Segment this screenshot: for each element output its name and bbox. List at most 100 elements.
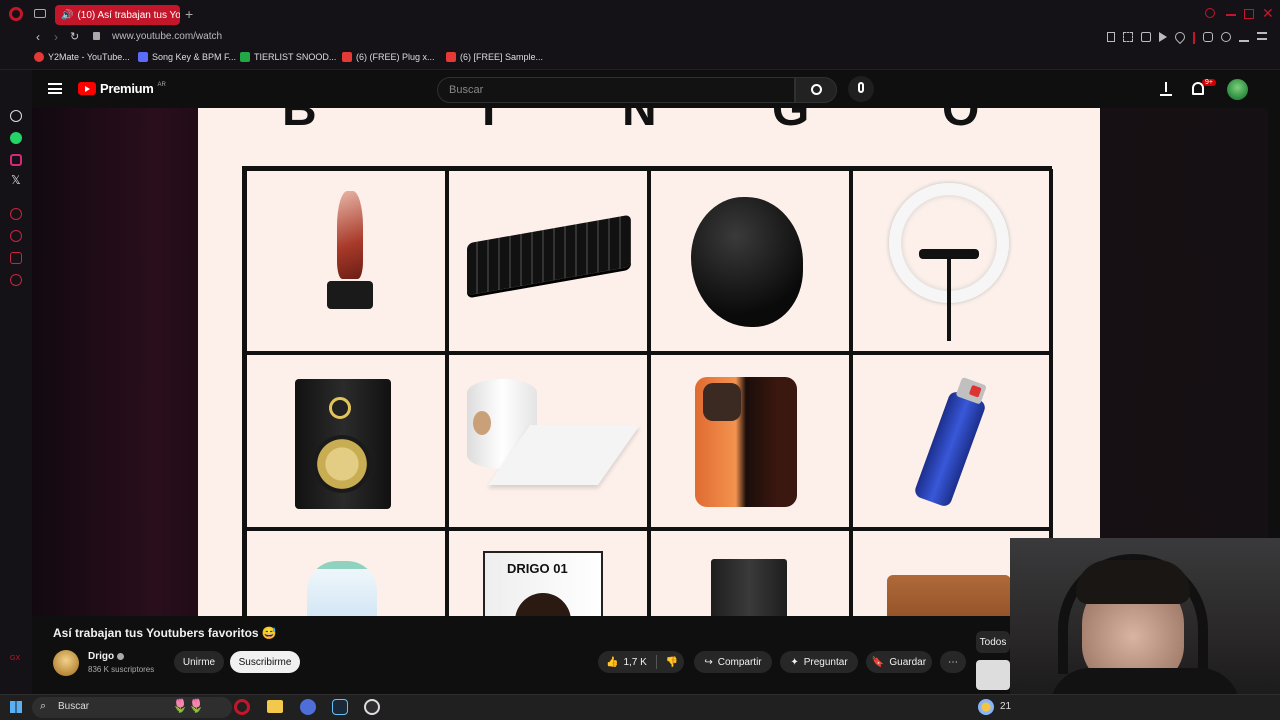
forward-icon[interactable]: ›	[54, 30, 58, 44]
lock-icon	[93, 32, 100, 40]
filter-chip-all[interactable]: Todos	[976, 631, 1010, 653]
bookmarks-bar: Y2Mate - YouTube... Song Key & BPM F... …	[0, 48, 1280, 70]
bookmark-y2mate[interactable]: Y2Mate - YouTube...	[34, 52, 130, 62]
new-tab-button[interactable]: +	[185, 6, 193, 22]
address-toolbar-icons[interactable]	[1107, 29, 1267, 45]
taskbar-app-icon[interactable]	[300, 699, 316, 715]
search-icon	[811, 84, 822, 95]
bookmark-icon: 🔖	[871, 656, 885, 668]
lighter-icon	[912, 376, 988, 509]
upload-icon[interactable]	[1160, 82, 1172, 96]
taskbar-steam-icon[interactable]	[332, 699, 348, 715]
webcam-overlay	[1010, 538, 1280, 696]
bingo-cell-speaker	[245, 353, 447, 529]
search-input[interactable]: Buscar	[437, 77, 795, 103]
avatar[interactable]	[1227, 79, 1248, 100]
join-button[interactable]: Unirme	[174, 651, 224, 673]
speaker-monitor-icon	[295, 379, 391, 509]
download-icon[interactable]	[10, 252, 22, 264]
bingo-cell-trophy	[245, 169, 447, 353]
bingo-cell-toilet-paper	[447, 353, 649, 529]
speaker-icon[interactable]: 🔊	[61, 10, 73, 21]
bookmark-songkey[interactable]: Song Key & BPM F...	[138, 52, 236, 62]
weather-icon[interactable]	[978, 699, 994, 715]
gx-icon[interactable]: GX	[10, 655, 20, 662]
trophy-icon	[325, 191, 375, 311]
reload-icon[interactable]: ↻	[70, 30, 79, 43]
funko-label: DRIGO 01	[507, 561, 568, 576]
bookmark-plug[interactable]: (6) (FREE) Plug x...	[342, 52, 435, 62]
taskbar-clock[interactable]: 21	[1000, 701, 1011, 712]
share-icon: ↪	[704, 656, 713, 668]
keyboard-icon	[467, 214, 631, 296]
taskbar-search[interactable]: ⌕ Buscar 🌷🌷	[32, 697, 232, 718]
close-window-button[interactable]: ✕	[1262, 5, 1274, 22]
search-icon: ⌕	[40, 700, 47, 712]
settings-icon[interactable]	[10, 274, 22, 286]
maximize-button[interactable]	[1244, 9, 1254, 19]
premium-label: Premium	[100, 81, 154, 96]
share-button[interactable]: ↪ Compartir	[694, 651, 772, 673]
bingo-cell-hard-drive	[649, 529, 851, 616]
recommended-thumbnail[interactable]	[976, 660, 1010, 690]
bookmark-sample[interactable]: (6) [FREE] Sample...	[446, 52, 543, 62]
dislike-icon[interactable]: 👎	[666, 657, 678, 668]
search-tabs-icon[interactable]	[1205, 8, 1215, 18]
bookmark-favicon-icon	[138, 52, 148, 62]
more-actions-button[interactable]: ⋯	[940, 651, 966, 673]
youtube-logo[interactable]: Premium AR	[78, 81, 166, 96]
wallet-icon	[887, 575, 1011, 616]
like-dislike-group: 👍 1,7 K 👎	[598, 651, 684, 673]
taskbar-explorer-icon[interactable]	[267, 700, 283, 713]
notification-badge: 9+	[1202, 79, 1216, 86]
url-field[interactable]: www.youtube.com/watch	[112, 31, 222, 42]
address-bar: ‹ › ↻ www.youtube.com/watch	[0, 28, 1280, 48]
bingo-cell-ringlight	[851, 169, 1053, 353]
taskbar-opera-icon[interactable]	[234, 699, 250, 715]
bingo-cell-phone	[649, 353, 851, 529]
chatgpt-icon[interactable]	[10, 110, 22, 122]
whatsapp-icon[interactable]	[10, 132, 22, 144]
opera-logo-icon[interactable]	[9, 7, 23, 21]
funko-box-icon: DRIGO 01	[483, 551, 603, 616]
windows-start-icon[interactable]	[10, 701, 22, 713]
subscribe-button[interactable]: Suscribirme	[230, 651, 300, 673]
instagram-icon[interactable]	[10, 154, 22, 166]
history-icon[interactable]	[10, 230, 22, 242]
tulips-icon: 🌷🌷	[172, 698, 205, 713]
ask-button[interactable]: ✦ Preguntar	[780, 651, 858, 673]
bingo-cell-lighter	[851, 353, 1053, 529]
channel-avatar[interactable]	[53, 650, 79, 676]
bookmark-favicon-icon	[240, 52, 250, 62]
subscriber-count: 836 K suscriptores	[88, 665, 155, 674]
bingo-cell-water-jug	[245, 529, 447, 616]
bingo-cell-mousepad	[649, 169, 851, 353]
bingo-cell-keyboard	[447, 169, 649, 353]
voice-search-button[interactable]	[848, 76, 874, 102]
channel-name[interactable]: Drigo	[88, 651, 114, 662]
more-icon: ⋯	[948, 656, 958, 668]
x-icon[interactable]: 𝕏	[11, 173, 21, 187]
tab-youtube[interactable]: 🔊 (10) Así trabajan tus Yo	[55, 5, 180, 25]
bookmark-favicon-icon	[34, 52, 44, 62]
bingo-grid: DRIGO 01	[242, 166, 1053, 616]
taskbar: ⌕ Buscar 🌷🌷 21	[0, 694, 1280, 720]
save-button[interactable]: 🔖 Guardar	[866, 651, 932, 673]
like-icon[interactable]: 👍	[606, 657, 618, 668]
bookmark-tierlist[interactable]: TIERLIST SNOOD...	[240, 52, 336, 62]
like-count[interactable]: 1,7 K	[623, 657, 646, 668]
heart-icon[interactable]	[10, 208, 22, 220]
menu-icon[interactable]	[48, 83, 62, 94]
tab-strip: 🔊 (10) Así trabajan tus Yo + ✕	[0, 0, 1280, 28]
streamer-hair	[1076, 560, 1190, 604]
bingo-cell-funko: DRIGO 01	[447, 529, 649, 616]
taskbar-obs-icon[interactable]	[364, 699, 380, 715]
video-frame-bingo: B I N G O DRIGO 01	[198, 108, 1100, 616]
tab-overview-icon[interactable]	[34, 9, 46, 18]
opera-sidebar: 𝕏 GX	[0, 70, 32, 694]
microphone-icon	[858, 82, 864, 93]
youtube-header: Premium AR Buscar 9+	[32, 70, 1268, 110]
back-icon[interactable]: ‹	[36, 30, 40, 44]
search-button[interactable]	[795, 77, 837, 103]
minimize-button[interactable]	[1226, 14, 1236, 16]
